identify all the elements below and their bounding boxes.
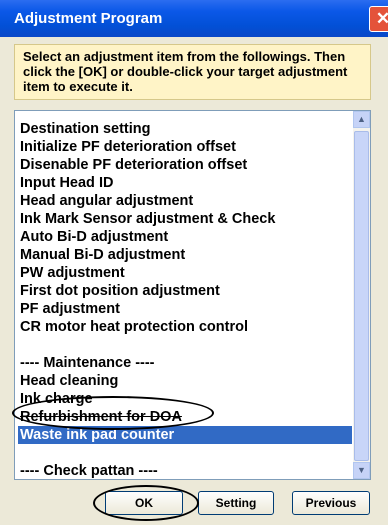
- vertical-scrollbar[interactable]: ▲ ▼: [353, 111, 370, 479]
- previous-button[interactable]: Previous: [292, 491, 370, 515]
- instructions-text: Select an adjustment item from the follo…: [14, 44, 371, 100]
- scroll-down-button[interactable]: ▼: [353, 462, 370, 479]
- adjustment-program-window: Adjustment Program ✕ Select an adjustmen…: [0, 0, 388, 525]
- list-item: [18, 444, 352, 462]
- list-item[interactable]: Disenable PF deterioration offset: [18, 156, 352, 174]
- list-item[interactable]: Ink Mark Sensor adjustment & Check: [18, 210, 352, 228]
- list-item[interactable]: PF adjustment: [18, 300, 352, 318]
- list-item[interactable]: CR motor heat protection control: [18, 318, 352, 336]
- close-button[interactable]: ✕: [369, 6, 388, 32]
- list-item[interactable]: Initialize PF deterioration offset: [18, 138, 352, 156]
- list-item[interactable]: ---- Maintenance ----: [18, 354, 352, 372]
- scroll-up-button[interactable]: ▲: [353, 111, 370, 128]
- list-item[interactable]: Destination setting: [18, 120, 352, 138]
- title-bar[interactable]: Adjustment Program ✕: [0, 0, 388, 37]
- list-item[interactable]: Head cleaning: [18, 372, 352, 390]
- list-item[interactable]: ---- Check pattan ----: [18, 462, 352, 479]
- list-item[interactable]: PW adjustment: [18, 264, 352, 282]
- list-item[interactable]: First dot position adjustment: [18, 282, 352, 300]
- scroll-thumb[interactable]: [354, 131, 369, 461]
- list-item[interactable]: Head angular adjustment: [18, 192, 352, 210]
- list-item[interactable]: Auto Bi-D adjustment: [18, 228, 352, 246]
- list-item[interactable]: Input Head ID: [18, 174, 352, 192]
- highlight-ellipse-ok: [93, 485, 199, 521]
- list-item[interactable]: Manual Bi-D adjustment: [18, 246, 352, 264]
- highlight-ellipse-waste-ink: [12, 396, 214, 430]
- setting-button[interactable]: Setting: [198, 491, 274, 515]
- window-title: Adjustment Program: [14, 10, 163, 27]
- list-item[interactable]: Waste ink pad counter: [18, 426, 352, 444]
- list-item: [18, 336, 352, 354]
